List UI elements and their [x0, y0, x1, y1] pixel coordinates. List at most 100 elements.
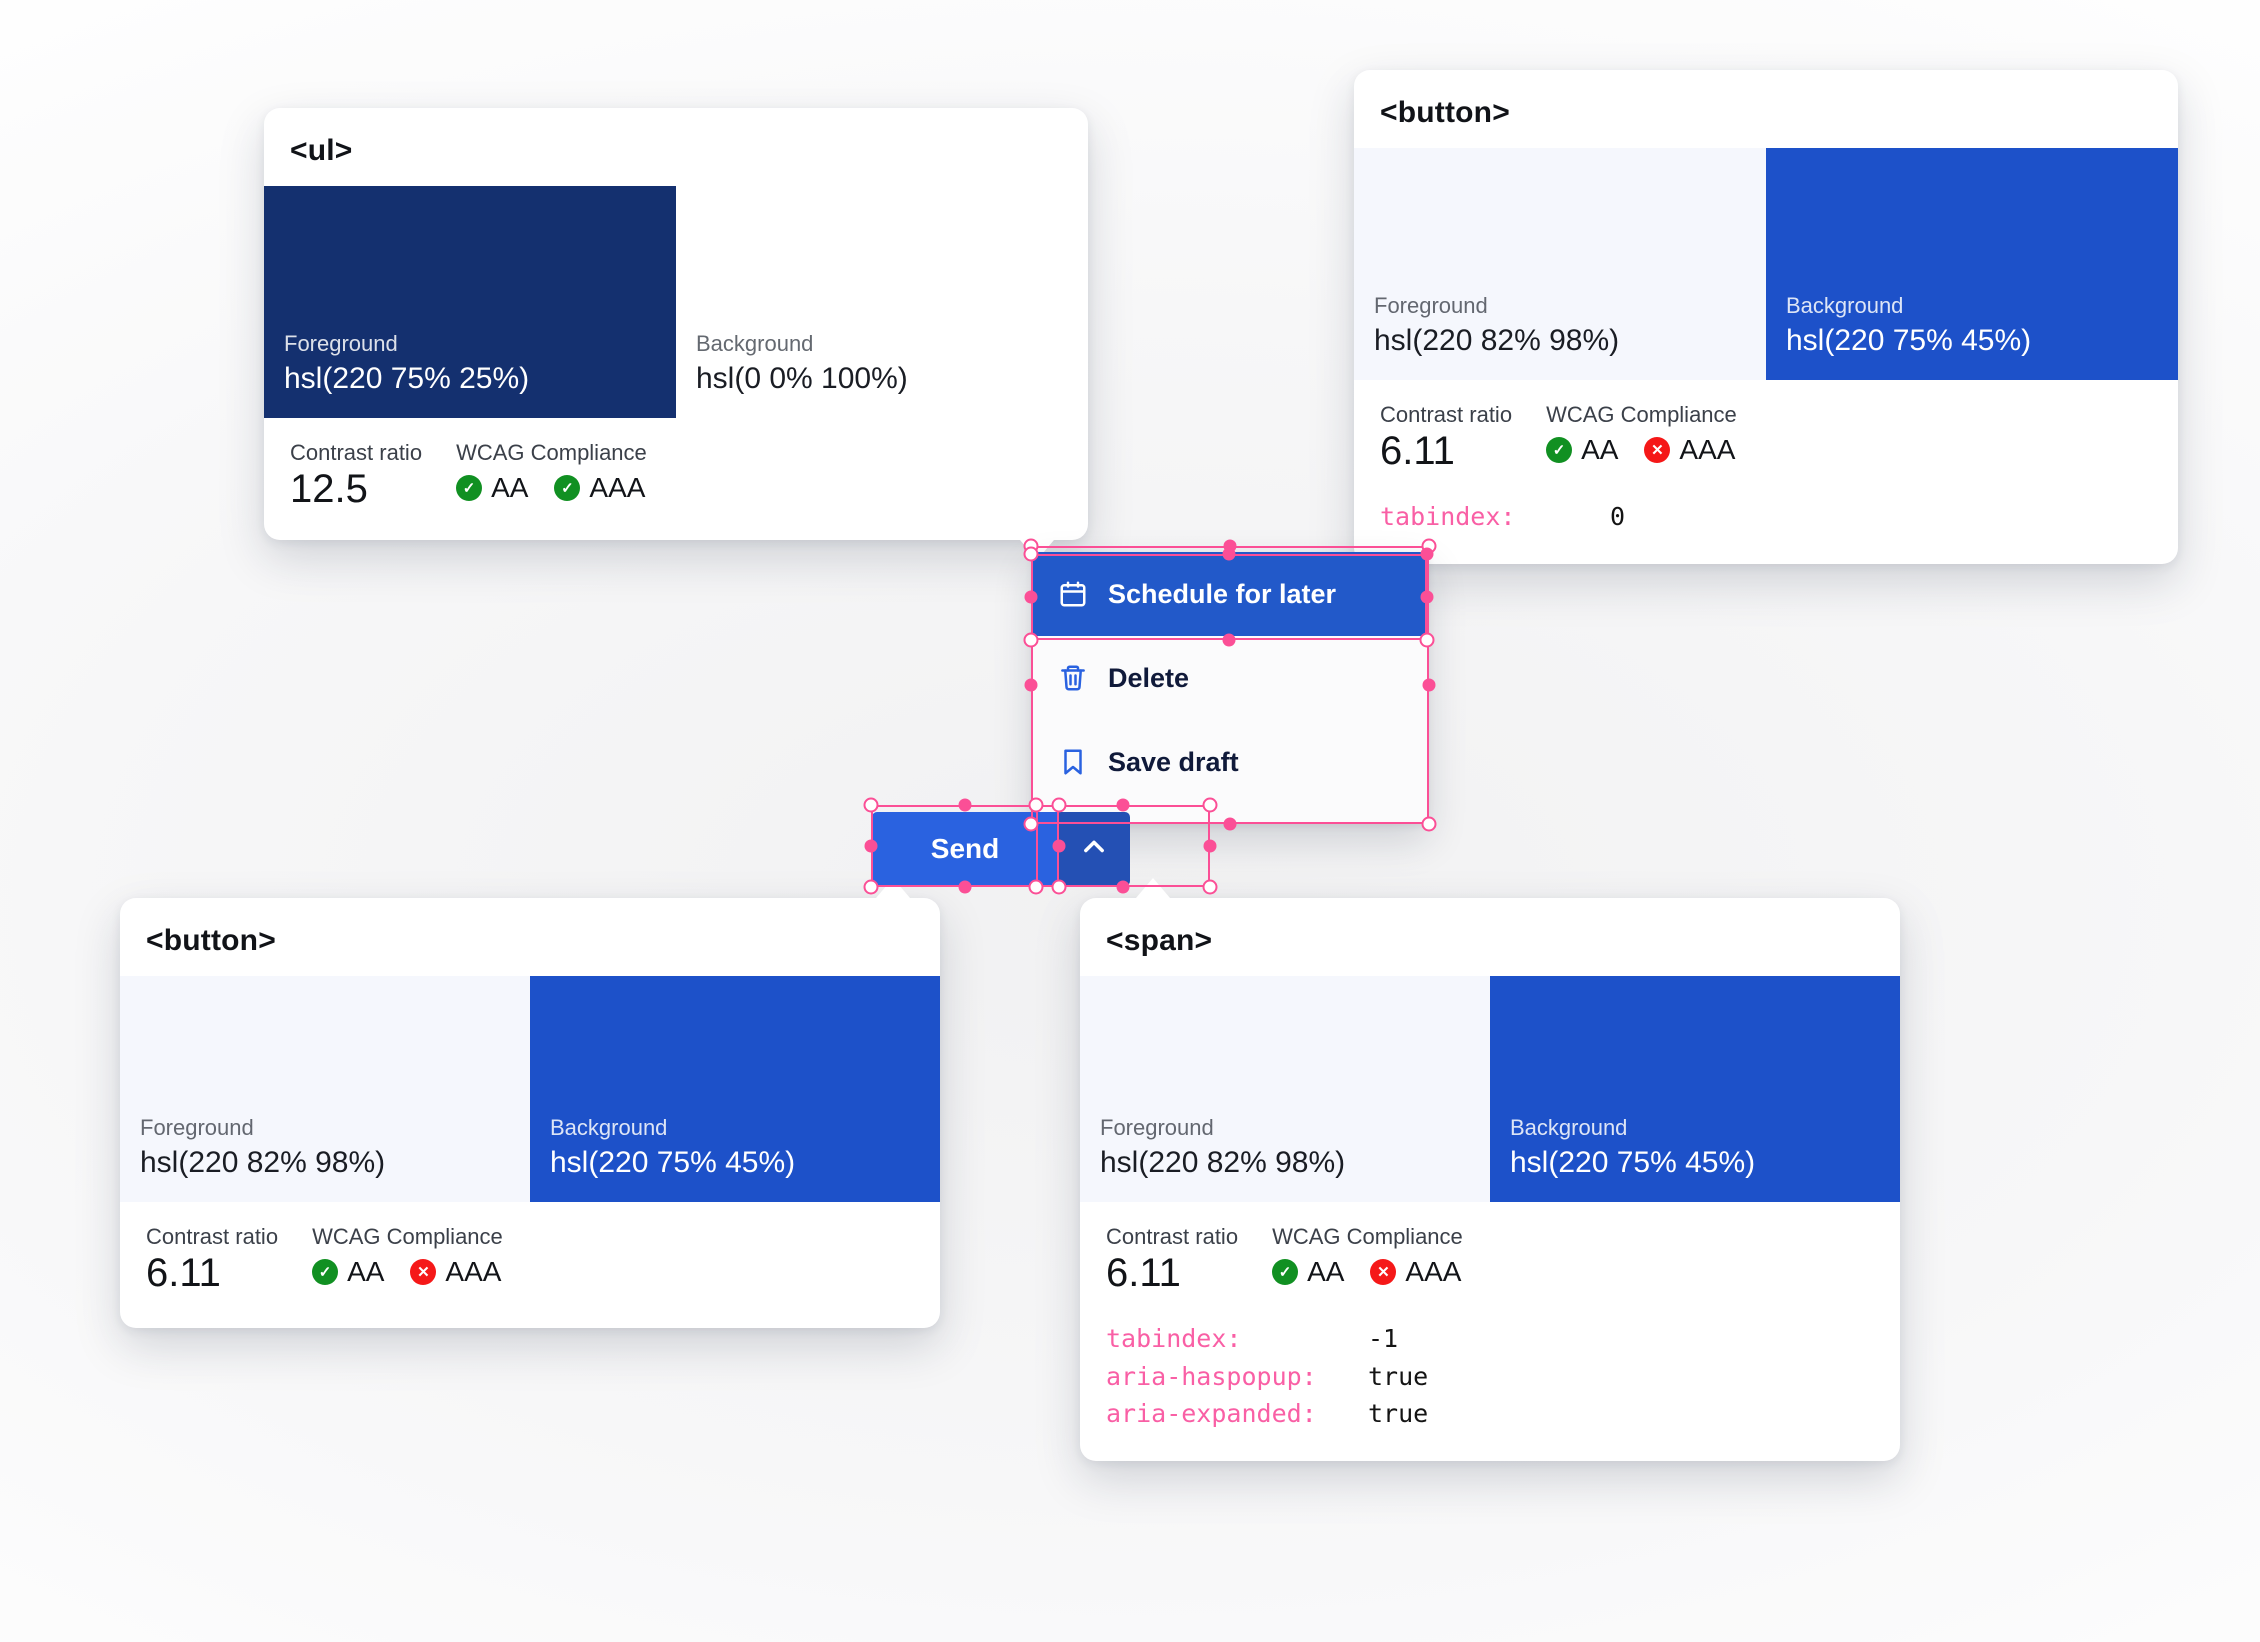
dropdown-menu[interactable]: Schedule for later Delete Save draft [1032, 552, 1428, 824]
contrast-ratio-value: 6.11 [146, 1251, 221, 1295]
wcag-block: WCAG Compliance ✓ AA ✕ AAA [312, 1224, 503, 1288]
check-icon: ✓ [554, 475, 581, 501]
background-swatch: Background hsl(220 75% 45%) [530, 976, 940, 1202]
wcag-list: ✓ AA ✕ AAA [312, 1256, 503, 1288]
chevron-up-icon [1080, 833, 1108, 866]
wcag-block: WCAG Compliance ✓ AA ✕ AAA [1546, 402, 1737, 466]
wcag-label: WCAG Compliance [312, 1224, 503, 1249]
background-value: hsl(220 75% 45%) [1786, 324, 2032, 357]
resize-handle[interactable] [1116, 798, 1130, 812]
cross-icon: ✕ [1370, 1259, 1397, 1285]
attribute-value: -1 [1368, 1324, 1399, 1353]
color-swatches: Foreground hsl(220 82% 98%) Background h… [1354, 148, 2178, 380]
contrast-ratio-value: 6.11 [1380, 429, 1455, 473]
contrast-ratio-label: Contrast ratio [290, 440, 423, 465]
wcag-block: WCAG Compliance ✓ AA ✓ AAA [456, 440, 647, 504]
contrast-card-button-top: <button> Foreground hsl(220 82% 98%) Bac… [1354, 70, 2178, 584]
resize-handle[interactable] [1419, 632, 1435, 648]
wcag-level: AA [491, 472, 529, 503]
contrast-ratio-block: Contrast ratio 12.5 [290, 440, 422, 510]
resize-handle[interactable] [1051, 797, 1067, 813]
background-value: hsl(220 75% 45%) [1510, 1146, 1756, 1179]
card-title: <button> [146, 924, 276, 957]
contrast-ratio-block: Contrast ratio 6.11 [1380, 402, 1512, 472]
wcag-item: ✓ AA [456, 472, 528, 504]
foreground-swatch: Foreground hsl(220 75% 25%) [264, 186, 676, 418]
wcag-list: ✓ AA ✓ AAA [456, 472, 647, 504]
resize-handle[interactable] [958, 798, 972, 812]
resize-handle[interactable] [864, 839, 878, 853]
background-label: Background [1510, 1114, 1628, 1140]
wcag-list: ✓ AA ✕ AAA [1546, 434, 1737, 466]
bookmark-icon [1058, 747, 1088, 777]
wcag-item: ✓ AA [1272, 1256, 1344, 1288]
resize-handle[interactable] [1024, 678, 1038, 692]
cross-icon: ✕ [410, 1259, 437, 1285]
resize-handle[interactable] [1420, 547, 1434, 561]
resize-handle[interactable] [1223, 817, 1237, 831]
check-icon: ✓ [1272, 1259, 1299, 1285]
foreground-value: hsl(220 82% 98%) [1374, 324, 1620, 357]
attribute-value: true [1368, 1361, 1429, 1391]
background-value: hsl(220 75% 45%) [550, 1146, 796, 1179]
wcag-label: WCAG Compliance [456, 440, 647, 465]
resize-handle[interactable] [1024, 590, 1038, 604]
resize-handle[interactable] [1023, 546, 1039, 562]
resize-handle[interactable] [1051, 879, 1067, 895]
resize-handle[interactable] [1202, 879, 1218, 895]
contrast-ratio-label: Contrast ratio [1380, 402, 1513, 427]
attribute-key: tabindex: [1380, 502, 1516, 531]
menu-item-schedule-for-later[interactable]: Schedule for later [1032, 552, 1428, 636]
resize-handle[interactable] [1052, 839, 1066, 853]
wcag-level: AA [347, 1256, 385, 1287]
check-icon: ✓ [1546, 437, 1573, 463]
resize-handle[interactable] [1028, 879, 1044, 895]
resize-handle[interactable] [1422, 678, 1436, 692]
resize-handle[interactable] [1116, 880, 1130, 894]
resize-handle[interactable] [863, 879, 879, 895]
card-title: <span> [1106, 924, 1213, 957]
background-value: hsl(0 0% 100%) [696, 362, 908, 395]
menu-item-delete[interactable]: Delete [1032, 636, 1428, 720]
wcag-list: ✓ AA ✕ AAA [1272, 1256, 1463, 1288]
trash-icon [1058, 663, 1088, 693]
resize-handle[interactable] [1023, 816, 1039, 832]
wcag-item: ✕ AAA [1370, 1256, 1461, 1288]
metrics-row: Contrast ratio 12.5 WCAG Compliance ✓ AA… [264, 418, 1088, 540]
wcag-label: WCAG Compliance [1546, 402, 1737, 427]
foreground-swatch: Foreground hsl(220 82% 98%) [1354, 148, 1766, 380]
attribute-row: tabindex: -1 [1106, 1320, 1874, 1358]
resize-handle[interactable] [1222, 547, 1236, 561]
wcag-label: WCAG Compliance [1272, 1224, 1463, 1249]
resize-handle[interactable] [1023, 632, 1039, 648]
wcag-level: AA [1581, 434, 1619, 465]
resize-handle[interactable] [1222, 633, 1236, 647]
attribute-row: aria-haspopup: true [1106, 1358, 1874, 1396]
background-swatch: Background hsl(220 75% 45%) [1766, 148, 2178, 380]
foreground-value: hsl(220 82% 98%) [1100, 1146, 1346, 1179]
resize-handle[interactable] [1420, 590, 1434, 604]
metrics-row: Contrast ratio 6.11 WCAG Compliance ✓ AA… [120, 1202, 940, 1328]
wcag-item: ✓ AA [312, 1256, 384, 1288]
menu-item-label: Save draft [1108, 746, 1239, 777]
resize-handle[interactable] [1202, 797, 1218, 813]
resize-handle[interactable] [1028, 797, 1044, 813]
send-dropdown-toggle[interactable] [1058, 812, 1130, 886]
attributes-list: tabindex: 0 [1354, 482, 2178, 564]
menu-item-save-draft[interactable]: Save draft [1032, 720, 1428, 804]
contrast-ratio-value: 12.5 [290, 467, 368, 511]
attribute-value: true [1368, 1399, 1429, 1428]
foreground-swatch: Foreground hsl(220 82% 98%) [1080, 976, 1490, 1202]
wcag-level: AA [1307, 1256, 1345, 1287]
send-button-group[interactable]: Send [872, 812, 1130, 886]
resize-handle[interactable] [863, 797, 879, 813]
resize-handle[interactable] [1203, 839, 1217, 853]
resize-handle[interactable] [958, 880, 972, 894]
card-tail [1136, 878, 1170, 898]
background-swatch: Background hsl(220 75% 45%) [1490, 976, 1900, 1202]
resize-handle[interactable] [1421, 816, 1437, 832]
background-label: Background [696, 330, 814, 356]
attribute-row: aria-expanded: true [1106, 1395, 1874, 1433]
contrast-card-button-bottom: <button> Foreground hsl(220 82% 98%) Bac… [120, 878, 940, 1328]
wcag-item: ✓ AAA [554, 472, 645, 504]
